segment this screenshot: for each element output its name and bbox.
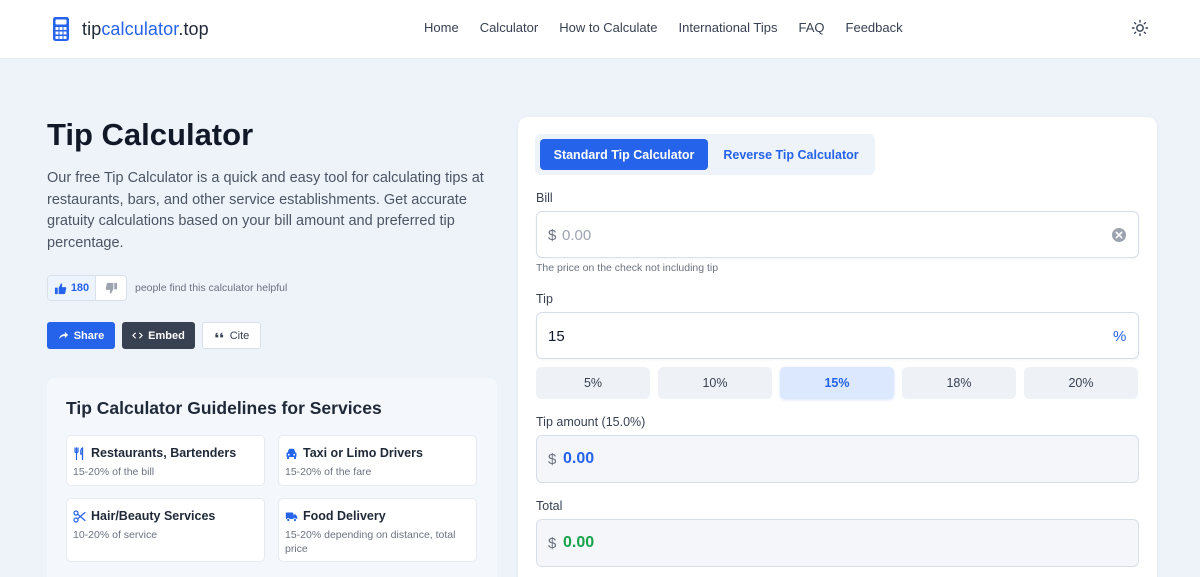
guideline-desc: 15-20% of the fare	[285, 466, 372, 478]
tip-input[interactable]	[548, 325, 1068, 347]
thumbs-down-icon	[105, 282, 117, 294]
share-icon	[58, 331, 68, 340]
percent-unit: %	[1113, 328, 1127, 345]
nav-calculator[interactable]: Calculator	[480, 20, 539, 35]
downvote-button[interactable]	[96, 276, 126, 300]
guideline-desc: 15-20% depending on distance, total pric…	[285, 529, 456, 555]
tip-amount-value: 0.00	[563, 450, 595, 467]
guideline-desc: 15-20% of the bill	[73, 466, 155, 478]
embed-button[interactable]: Embed	[122, 322, 195, 349]
tip-field: %	[536, 312, 1139, 359]
thumbs-up-icon	[54, 282, 67, 294]
cite-button[interactable]: Cite	[202, 322, 261, 349]
calculator-tabs: Standard Tip Calculator Reverse Tip Calc…	[535, 134, 875, 175]
upvote-count: 180	[70, 282, 90, 294]
total-label: Total	[536, 499, 563, 513]
nav-feedback[interactable]: Feedback	[846, 20, 903, 35]
tip-amount-label: Tip amount (15.0%)	[536, 415, 646, 429]
page-title: Tip Calculator	[47, 117, 254, 152]
tip-option-5[interactable]: 5%	[536, 367, 650, 399]
guideline-desc: 10-20% of service	[73, 529, 158, 541]
tip-option-20[interactable]: 20%	[1024, 367, 1138, 399]
tip-option-10[interactable]: 10%	[658, 367, 772, 399]
upvote-button[interactable]: 180	[48, 276, 96, 300]
guideline-title: Restaurants, Bartenders	[91, 446, 237, 460]
total-output: $ 0.00	[536, 519, 1139, 567]
scissors-icon	[73, 509, 86, 523]
intro-description: Our free Tip Calculator is a quick and e…	[47, 170, 484, 251]
nav-home[interactable]: Home	[424, 20, 459, 35]
bill-input[interactable]	[562, 224, 1082, 246]
tip-option-18[interactable]: 18%	[902, 367, 1016, 399]
nav-faq[interactable]: FAQ	[799, 20, 825, 35]
tip-label: Tip	[536, 292, 553, 306]
clear-icon[interactable]	[1111, 227, 1127, 243]
site-header: tipcalculator.top Home Calculator How to…	[0, 0, 1200, 59]
site-logo[interactable]: tipcalculator.top	[52, 16, 209, 42]
truck-icon	[285, 512, 298, 522]
guidelines-title: Tip Calculator Guidelines for Services	[66, 398, 382, 418]
total-value: 0.00	[563, 534, 595, 551]
guideline-taxi: Taxi or Limo Drivers 15-20% of the fare	[278, 435, 477, 486]
sun-icon[interactable]	[1131, 19, 1149, 37]
quote-icon	[215, 332, 223, 338]
currency-symbol: $	[548, 451, 557, 468]
logo-text: tipcalculator.top	[82, 18, 209, 39]
bill-field: $	[536, 211, 1139, 258]
car-icon	[286, 448, 297, 459]
share-button[interactable]: Share	[47, 322, 115, 349]
tip-option-15[interactable]: 15%	[780, 367, 894, 399]
guideline-title: Hair/Beauty Services	[91, 509, 216, 523]
helpful-text: people find this calculator helpful	[135, 282, 288, 294]
code-icon	[132, 332, 144, 339]
guideline-restaurants: Restaurants, Bartenders 15-20% of the bi…	[66, 435, 265, 486]
currency-symbol: $	[548, 227, 557, 244]
guideline-food-delivery: Food Delivery 15-20% depending on distan…	[278, 498, 477, 562]
bill-label: Bill	[536, 191, 553, 205]
guideline-title: Food Delivery	[303, 509, 386, 523]
tab-standard[interactable]: Standard Tip Calculator	[540, 139, 708, 170]
utensils-icon	[74, 446, 84, 460]
nav-international-tips[interactable]: International Tips	[679, 20, 778, 35]
tip-amount-output: $ 0.00	[536, 435, 1139, 483]
currency-symbol: $	[548, 535, 557, 552]
nav-how-to-calculate[interactable]: How to Calculate	[559, 20, 657, 35]
guideline-hair-beauty: Hair/Beauty Services 10-20% of service	[66, 498, 265, 562]
main-nav: Home Calculator How to Calculate Interna…	[424, 20, 924, 35]
tab-reverse[interactable]: Reverse Tip Calculator	[711, 139, 871, 170]
calculator-icon	[53, 17, 69, 41]
bill-hint: The price on the check not including tip	[536, 262, 719, 274]
guideline-title: Taxi or Limo Drivers	[303, 446, 423, 460]
vote-box: 180	[47, 275, 127, 301]
